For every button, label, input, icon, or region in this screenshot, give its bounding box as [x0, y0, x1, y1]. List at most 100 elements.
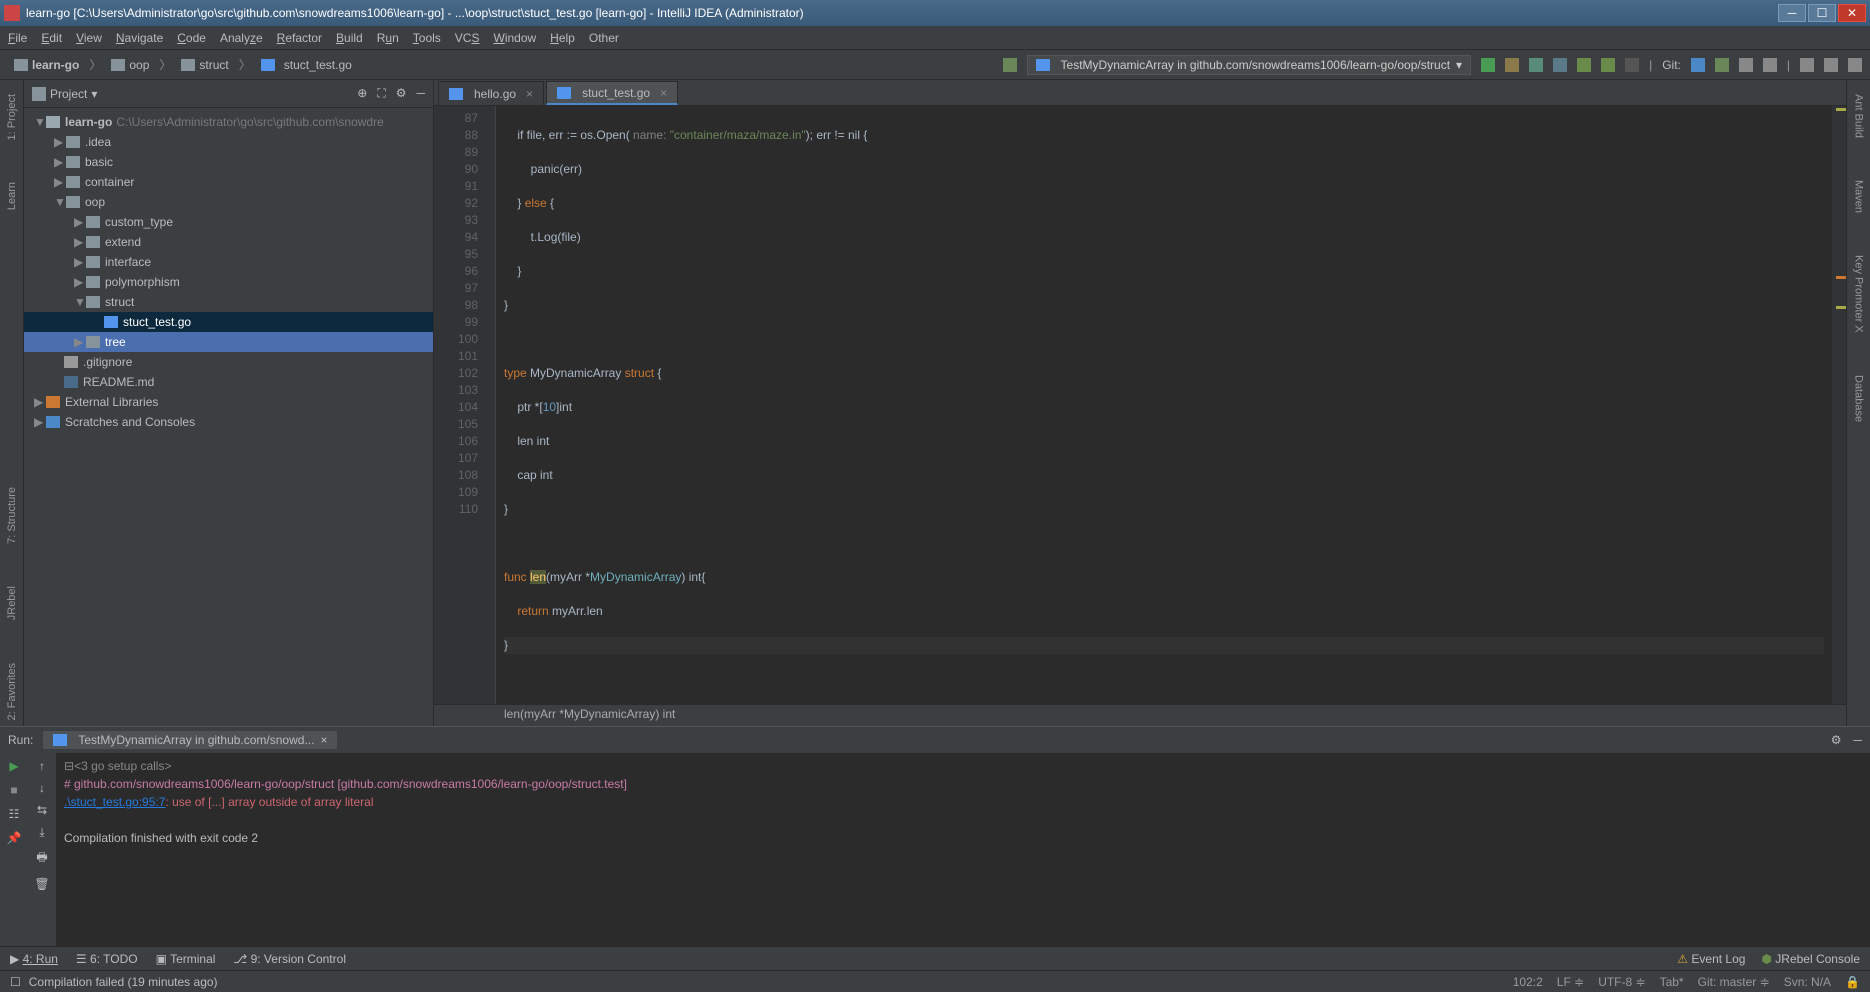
jrebel-run-icon[interactable] — [1577, 58, 1591, 72]
print-icon[interactable]: 🖶 — [36, 848, 47, 869]
run-output[interactable]: ⊟<3 go setup calls> # github.com/snowdre… — [56, 753, 1870, 946]
menu-refactor[interactable]: Refactor — [277, 31, 322, 45]
tab-ant[interactable]: Ant Build — [1851, 88, 1867, 144]
vcs-history-icon[interactable] — [1739, 58, 1753, 72]
bottom-vcs[interactable]: ⎇ 9: Version Control — [233, 952, 346, 966]
locate-icon[interactable]: ⊕ — [357, 86, 367, 101]
hide-icon[interactable]: ─ — [416, 86, 425, 101]
menu-run[interactable]: Run — [377, 31, 399, 45]
run-gear-icon[interactable]: ⚙ — [1831, 733, 1842, 747]
menu-window[interactable]: Window — [493, 31, 536, 45]
lock-icon[interactable]: 🔒 — [1845, 975, 1860, 989]
code-lines[interactable]: if file, err := os.Open( name: "containe… — [496, 106, 1832, 704]
tab-database[interactable]: Database — [1851, 369, 1867, 428]
tree-tree[interactable]: ▶tree — [24, 332, 433, 352]
tree-gitignore[interactable]: .gitignore — [24, 352, 433, 372]
menu-file[interactable]: File — [8, 31, 27, 45]
close-icon[interactable]: × — [660, 86, 667, 100]
tab-maven[interactable]: Maven — [1851, 174, 1867, 219]
breadcrumb-fn[interactable]: len(myArr *MyDynamicArray) int — [434, 704, 1846, 726]
crumb-struct[interactable]: struct — [175, 56, 234, 74]
tree-oop[interactable]: ▼oop — [24, 192, 433, 212]
tree-extend[interactable]: ▶extend — [24, 232, 433, 252]
debug-icon[interactable] — [1505, 58, 1519, 72]
down-icon[interactable]: ↓ — [39, 781, 45, 795]
tree-idea[interactable]: ▶.idea — [24, 132, 433, 152]
fold-gutter[interactable] — [484, 106, 496, 704]
tab-keypromoter[interactable]: Key Promoter X — [1851, 249, 1867, 339]
maximize-button[interactable]: ☐ — [1808, 4, 1836, 22]
tab-structure[interactable]: 7: Structure — [4, 481, 20, 550]
bottom-terminal[interactable]: ▣ Terminal — [156, 952, 216, 966]
trash-icon[interactable]: 🗑 — [34, 877, 49, 891]
tree-custom-type[interactable]: ▶custom_type — [24, 212, 433, 232]
ide-icon-2[interactable] — [1824, 58, 1838, 72]
tree-interface[interactable]: ▶interface — [24, 252, 433, 272]
tab-favorites[interactable]: 2: Favorites — [4, 657, 20, 726]
menu-view[interactable]: View — [76, 31, 102, 45]
menu-navigate[interactable]: Navigate — [116, 31, 163, 45]
minimize-button[interactable]: ─ — [1778, 4, 1806, 22]
status-corner-icon[interactable]: ☐ — [10, 975, 21, 989]
tab-project[interactable]: 1: Project — [4, 88, 20, 146]
ide-icon-1[interactable] — [1800, 58, 1814, 72]
menu-analyze[interactable]: Analyze — [220, 31, 263, 45]
tree-polymorphism[interactable]: ▶polymorphism — [24, 272, 433, 292]
tree-container[interactable]: ▶container — [24, 172, 433, 192]
tree-basic[interactable]: ▶basic — [24, 152, 433, 172]
menu-build[interactable]: Build — [336, 31, 363, 45]
up-icon[interactable]: ↑ — [39, 759, 45, 773]
coverage-icon[interactable] — [1529, 58, 1543, 72]
encoding[interactable]: UTF-8 ≑ — [1598, 975, 1645, 989]
tab-learn[interactable]: Learn — [4, 176, 20, 216]
menu-vcs[interactable]: VCS — [455, 31, 480, 45]
vcs-update-icon[interactable] — [1691, 58, 1705, 72]
tab-stuct-test[interactable]: stuct_test.go× — [546, 81, 678, 105]
menu-tools[interactable]: Tools — [413, 31, 441, 45]
layout-icon[interactable]: ☷ — [9, 807, 20, 821]
line-ending[interactable]: LF ≑ — [1557, 975, 1584, 989]
menu-other[interactable]: Other — [589, 31, 619, 45]
pin-icon[interactable]: 📌 — [7, 831, 22, 845]
menu-edit[interactable]: Edit — [41, 31, 62, 45]
indent[interactable]: Tab* — [1660, 975, 1684, 989]
crumb-root[interactable]: learn-go — [8, 56, 85, 74]
error-stripe[interactable] — [1832, 106, 1846, 704]
bottom-todo[interactable]: ☰ 6: TODO — [76, 952, 138, 966]
gear-icon[interactable]: ⚙ — [396, 86, 407, 101]
bottom-run[interactable]: ▶ 4: Run — [10, 952, 58, 966]
tree-ext-lib[interactable]: ▶External Libraries — [24, 392, 433, 412]
run-icon[interactable] — [1481, 58, 1495, 72]
menu-code[interactable]: Code — [177, 31, 206, 45]
event-log[interactable]: ⚠ Event Log — [1677, 952, 1745, 966]
code-area[interactable]: 8788899091929394959697989910010110210310… — [434, 106, 1846, 704]
menu-help[interactable]: Help — [550, 31, 575, 45]
vcs-revert-icon[interactable] — [1763, 58, 1777, 72]
close-button[interactable]: ✕ — [1838, 4, 1866, 22]
tree-stuct-test[interactable]: stuct_test.go — [24, 312, 433, 332]
search-icon[interactable] — [1848, 58, 1862, 72]
tree-struct[interactable]: ▼struct — [24, 292, 433, 312]
close-icon[interactable]: × — [526, 87, 533, 101]
vcs-commit-icon[interactable] — [1715, 58, 1729, 72]
build-icon[interactable] — [1003, 58, 1017, 72]
tab-jrebel[interactable]: JRebel — [4, 580, 20, 626]
git-branch[interactable]: Git: master ≑ — [1698, 975, 1770, 989]
run-hide-icon[interactable]: ─ — [1853, 733, 1862, 747]
scroll-icon[interactable]: ⤓ — [39, 825, 44, 840]
stop-icon[interactable]: ■ — [10, 783, 17, 797]
svn-status[interactable]: Svn: N/A — [1784, 975, 1831, 989]
tree-readme[interactable]: README.md — [24, 372, 433, 392]
crumb-oop[interactable]: oop — [105, 56, 155, 74]
tree-scratches[interactable]: ▶Scratches and Consoles — [24, 412, 433, 432]
tab-hello[interactable]: hello.go× — [438, 81, 544, 105]
collapse-icon[interactable]: ⛶ — [377, 86, 385, 101]
sidebar-title[interactable]: Project ▾ — [32, 87, 97, 101]
caret-pos[interactable]: 102:2 — [1513, 975, 1543, 989]
jrebel-debug-icon[interactable] — [1601, 58, 1615, 72]
wrap-icon[interactable]: ⇆ — [37, 803, 47, 817]
jrebel-console[interactable]: ⬢ JRebel Console — [1761, 952, 1860, 966]
profile-icon[interactable] — [1553, 58, 1567, 72]
run-config-selector[interactable]: TestMyDynamicArray in github.com/snowdre… — [1027, 55, 1472, 75]
run-tab[interactable]: TestMyDynamicArray in github.com/snowd..… — [43, 731, 337, 749]
